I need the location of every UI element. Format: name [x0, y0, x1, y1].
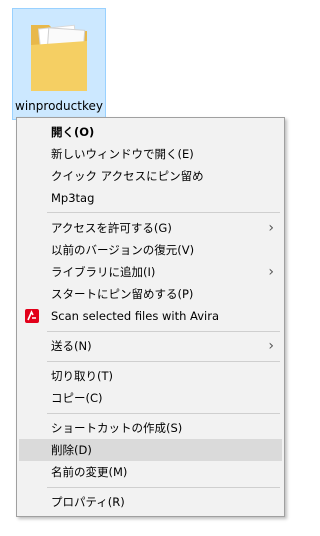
menu-separator [47, 212, 280, 213]
menu-item-pin-to-start[interactable]: スタートにピン留めする(P) [19, 283, 282, 305]
menu-item-properties[interactable]: プロパティ(R) [19, 491, 282, 513]
chevron-right-icon: › [268, 264, 274, 280]
menu-item-label: プロパティ(R) [51, 495, 125, 509]
avira-icon [25, 309, 39, 323]
menu-item-label: アクセスを許可する(G) [51, 221, 172, 235]
menu-item-add-to-library[interactable]: ライブラリに追加(I) › [19, 261, 282, 283]
folder-name-label: winproductkey [15, 99, 103, 113]
menu-item-give-access[interactable]: アクセスを許可する(G) › [19, 217, 282, 239]
menu-item-label: 送る(N) [51, 339, 92, 353]
menu-separator [47, 361, 280, 362]
menu-item-rename[interactable]: 名前の変更(M) [19, 461, 282, 483]
menu-item-cut[interactable]: 切り取り(T) [19, 365, 282, 387]
folder-icon-winproductkey[interactable]: winproductkey [12, 8, 106, 120]
folder-icon [31, 24, 87, 91]
menu-item-create-shortcut[interactable]: ショートカットの作成(S) [19, 417, 282, 439]
context-menu: 開く(O) 新しいウィンドウで開く(E) クイック アクセスにピン留め Mp3t… [16, 117, 285, 517]
menu-separator [47, 487, 280, 488]
menu-item-label: クイック アクセスにピン留め [51, 169, 204, 183]
menu-item-mp3tag[interactable]: Mp3tag [19, 187, 282, 209]
menu-item-label: ライブラリに追加(I) [51, 265, 156, 279]
menu-item-label: 名前の変更(M) [51, 465, 128, 479]
chevron-right-icon: › [268, 338, 274, 354]
menu-separator [47, 413, 280, 414]
menu-item-label: スタートにピン留めする(P) [51, 287, 194, 301]
menu-item-label: 切り取り(T) [51, 369, 113, 383]
menu-item-open[interactable]: 開く(O) [19, 121, 282, 143]
menu-item-label: 以前のバージョンの復元(V) [51, 243, 195, 257]
chevron-right-icon: › [268, 220, 274, 236]
menu-item-label: ショートカットの作成(S) [51, 421, 183, 435]
menu-item-label: コピー(C) [51, 391, 103, 405]
menu-item-pin-quick-access[interactable]: クイック アクセスにピン留め [19, 165, 282, 187]
menu-item-label: Mp3tag [51, 191, 95, 205]
menu-item-label: 新しいウィンドウで開く(E) [51, 147, 194, 161]
menu-item-copy[interactable]: コピー(C) [19, 387, 282, 409]
menu-separator [47, 331, 280, 332]
menu-item-label: 削除(D) [51, 443, 92, 457]
menu-item-restore-versions[interactable]: 以前のバージョンの復元(V) [19, 239, 282, 261]
menu-item-open-new-window[interactable]: 新しいウィンドウで開く(E) [19, 143, 282, 165]
menu-item-avira-scan[interactable]: Scan selected files with Avira [19, 305, 282, 327]
menu-item-send-to[interactable]: 送る(N) › [19, 335, 282, 357]
menu-item-label: Scan selected files with Avira [51, 309, 219, 323]
menu-item-label: 開く(O) [51, 125, 95, 139]
menu-item-delete[interactable]: 削除(D) [19, 439, 282, 461]
